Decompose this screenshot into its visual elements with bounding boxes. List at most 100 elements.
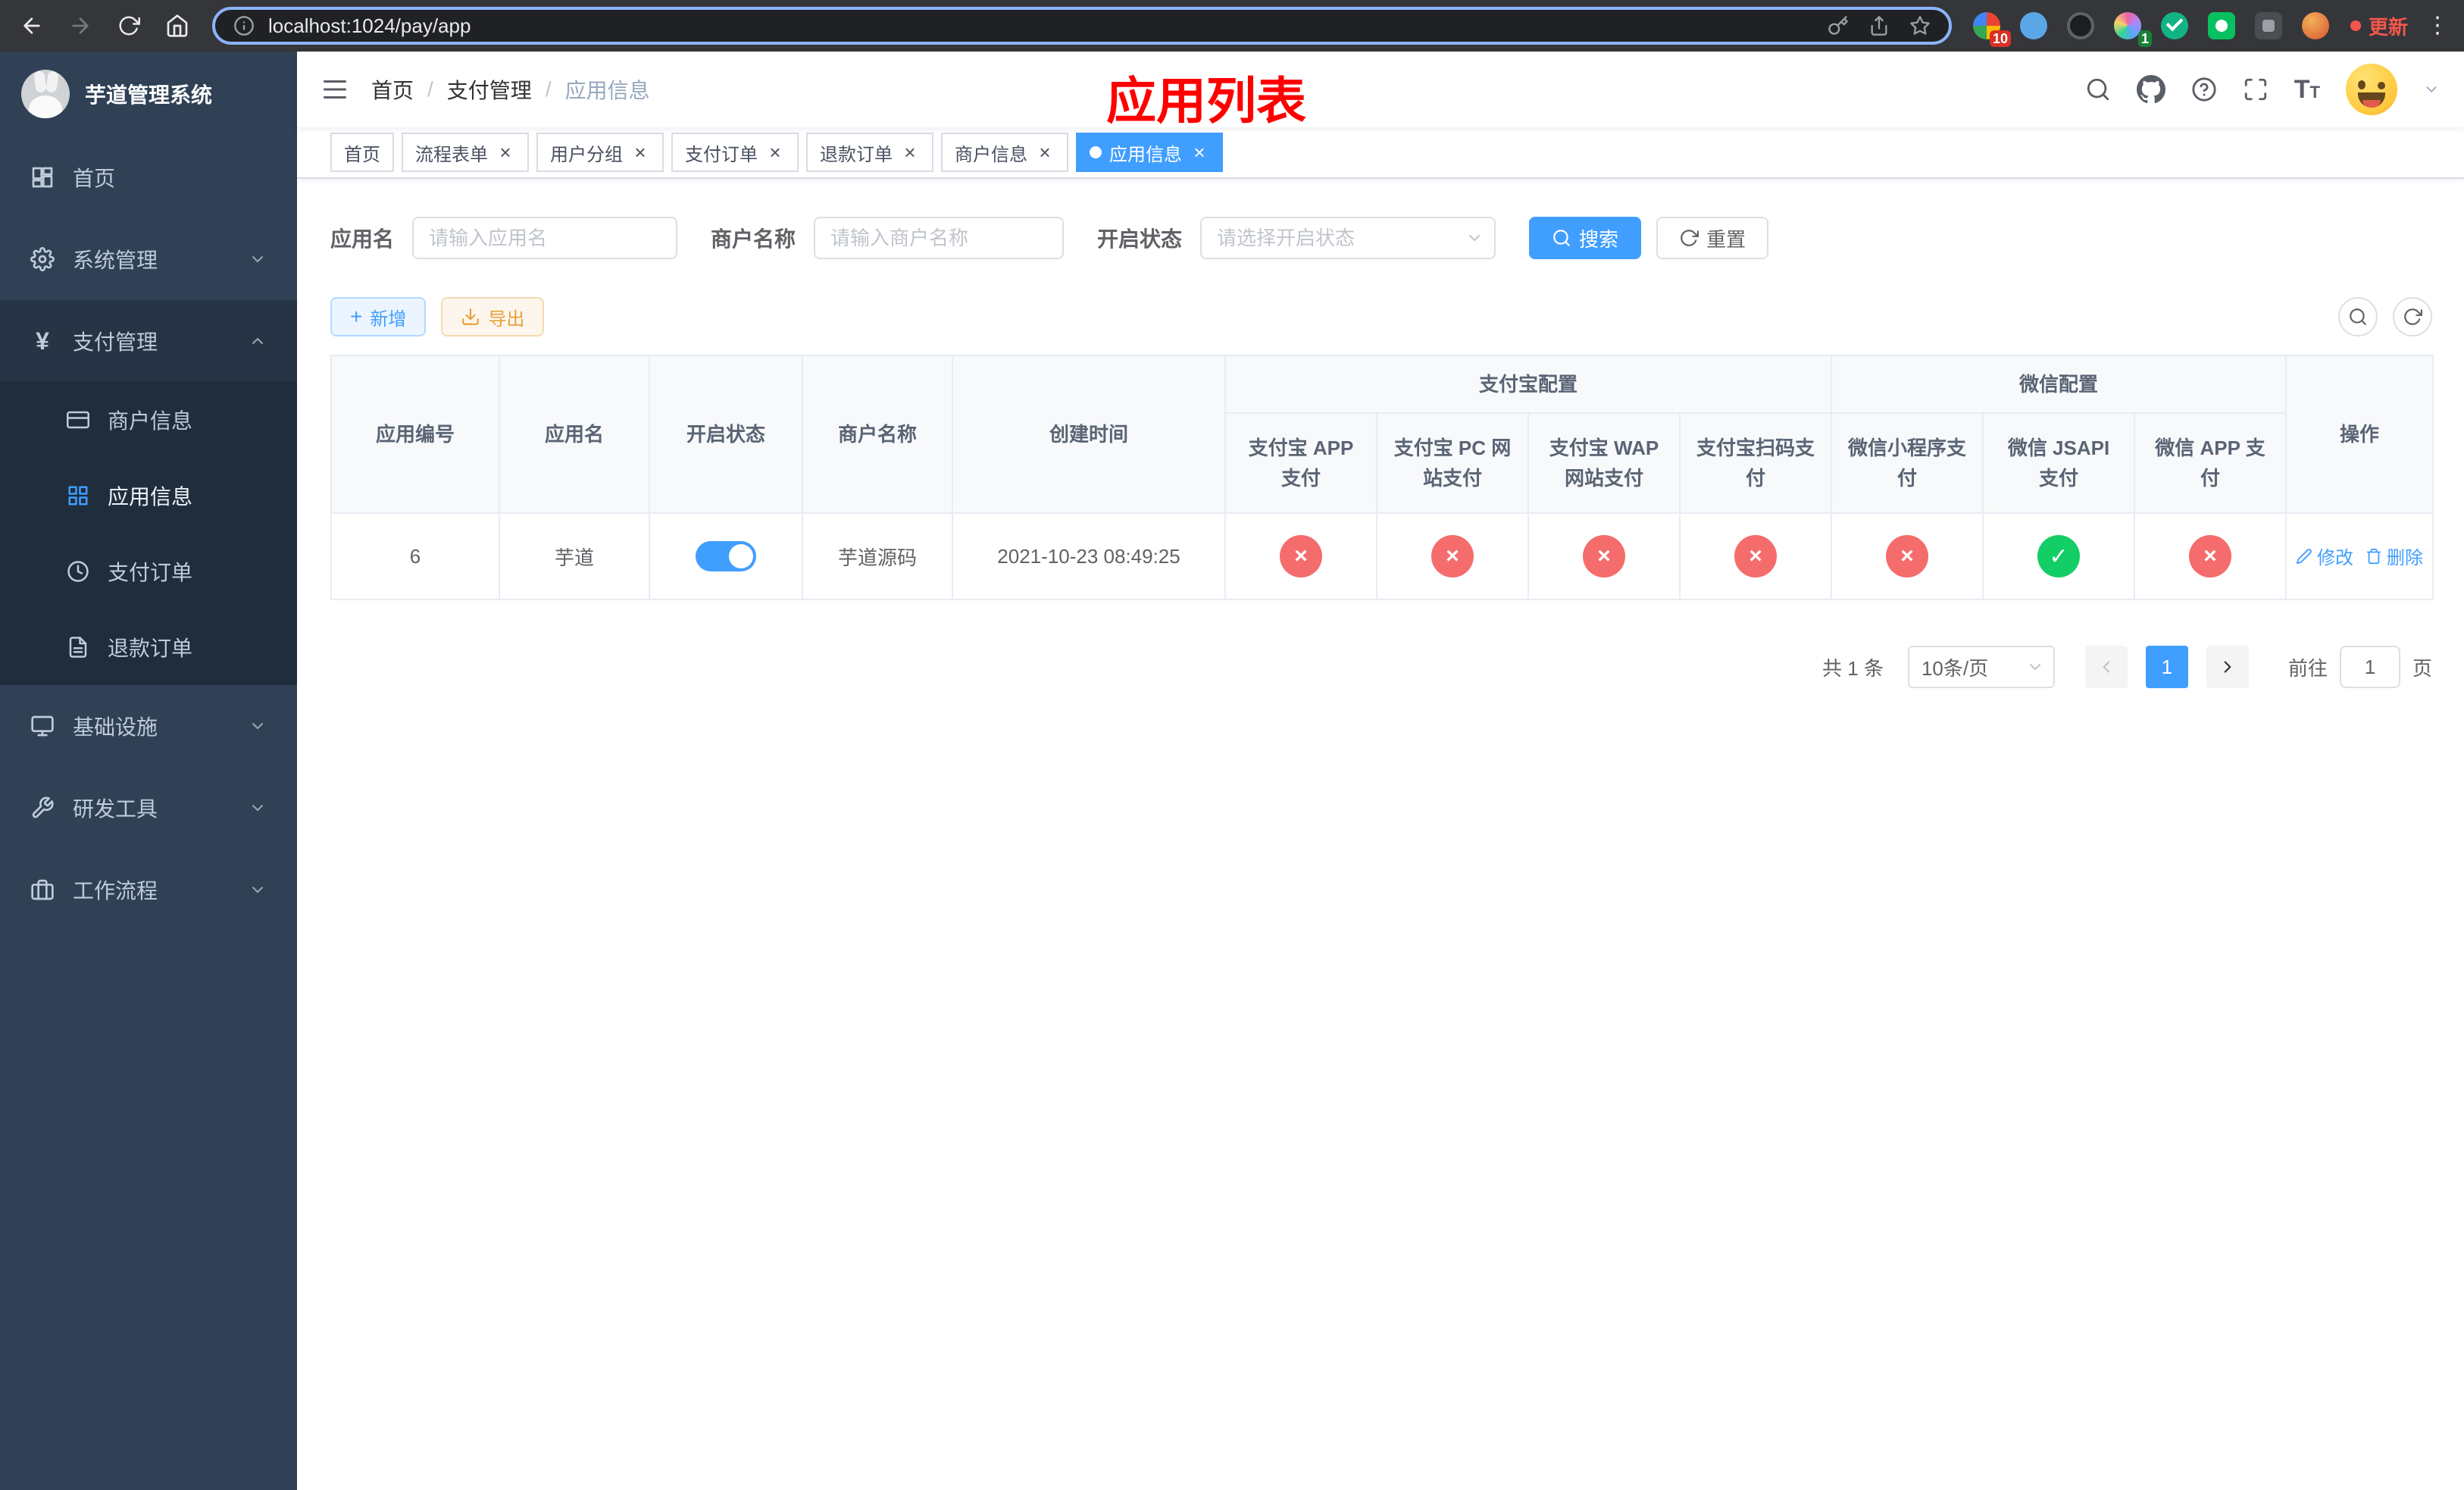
merchant-name-input[interactable] <box>814 217 1065 259</box>
close-icon[interactable]: × <box>1035 142 1055 162</box>
sidebar-item-app-info[interactable]: 应用信息 <box>0 458 297 534</box>
fullscreen-icon <box>2244 78 2266 101</box>
tabs-bar: 首页 流程表单 × 用户分组 × 支付订单 × 退款订单 × 商户信息 × 应用信息 × <box>297 127 2464 179</box>
current-page-button[interactable]: 1 <box>2145 646 2188 688</box>
profile-avatar-icon[interactable] <box>2301 12 2329 39</box>
page-size-select[interactable]: 10条/页 <box>1907 646 2055 688</box>
tab-merchant-info[interactable]: 商户信息 × <box>941 133 1068 172</box>
sidebar-item-home[interactable]: 首页 <box>0 136 297 218</box>
toggle-search-button[interactable] <box>2338 297 2378 337</box>
tab-home[interactable]: 首页 <box>330 133 394 172</box>
browser-back-button[interactable] <box>12 6 52 45</box>
top-navbar: 首页 / 支付管理 / 应用信息 应用列表 TT <box>297 52 2464 129</box>
chevron-up-icon <box>252 338 263 344</box>
font-size-icon: T <box>2294 75 2310 104</box>
app-name-input[interactable] <box>412 217 678 259</box>
browser-toolbar: localhost:1024/pay/app 10 1 更新 ⋮ <box>0 0 2464 52</box>
refresh-icon <box>2404 308 2422 325</box>
extension-icon[interactable] <box>2254 12 2282 39</box>
refresh-icon <box>1681 230 1699 246</box>
cell-alipay-pc: × <box>1376 512 1529 600</box>
user-avatar[interactable] <box>2346 64 2397 115</box>
column-header-wechat-jsapi: 微信 JSAPI 支付 <box>1982 412 2136 514</box>
sidebar-item-infrastructure[interactable]: 基础设施 <box>0 685 297 767</box>
export-button[interactable]: 导出 <box>441 297 545 337</box>
avatar-caret-icon[interactable] <box>2423 81 2440 98</box>
github-icon <box>2136 75 2165 104</box>
sidebar-item-system[interactable]: 系统管理 <box>0 218 297 300</box>
reset-button[interactable]: 重置 <box>1656 217 1769 259</box>
close-icon[interactable]: × <box>496 142 515 162</box>
search-button[interactable]: 搜索 <box>1529 217 1642 259</box>
table-row: 6 芋道 芋道源码 2021-10-23 08:49:25 × × × × × <box>330 512 2434 600</box>
active-dot <box>1090 146 1102 158</box>
sidebar-item-dev-tools[interactable]: 研发工具 <box>0 767 297 849</box>
menu-label: 研发工具 <box>73 797 158 821</box>
breadcrumb-pay-management[interactable]: 支付管理 <box>447 74 532 105</box>
url-text: localhost:1024/pay/app <box>268 14 471 37</box>
channel-status-icon: ✓ <box>2037 535 2081 578</box>
header-search-button[interactable] <box>2085 77 2111 102</box>
forward-arrow-icon <box>72 17 89 34</box>
app-logo[interactable]: 芋道管理系统 <box>0 52 297 136</box>
close-icon[interactable]: × <box>630 142 650 162</box>
extension-icon[interactable]: 10 <box>1972 12 2011 47</box>
refresh-table-button[interactable] <box>2393 297 2432 337</box>
chevron-down-icon <box>252 805 263 811</box>
close-icon[interactable]: × <box>1190 142 1209 162</box>
share-icon[interactable] <box>1868 15 1890 36</box>
sidebar-item-workflow[interactable]: 工作流程 <box>0 849 297 931</box>
help-button[interactable] <box>2191 77 2217 102</box>
breadcrumb-separator: / <box>545 77 552 101</box>
site-info-icon[interactable] <box>233 15 255 36</box>
sidebar-item-pay-order[interactable]: 支付订单 <box>0 534 297 609</box>
chrome-update-button[interactable]: 更新 <box>2350 12 2408 40</box>
fullscreen-button[interactable] <box>2243 77 2269 102</box>
add-button[interactable]: + 新增 <box>330 297 427 337</box>
sidebar-item-pay[interactable]: ¥ 支付管理 <box>0 300 297 382</box>
search-icon <box>2350 308 2366 325</box>
gear-icon <box>30 247 55 271</box>
column-header-alipay-qr: 支付宝扫码支付 <box>1678 412 1833 514</box>
github-link[interactable] <box>2136 75 2165 104</box>
extension-icon[interactable] <box>2019 12 2047 39</box>
sidebar-item-merchant-info[interactable]: 商户信息 <box>0 382 297 458</box>
address-bar[interactable]: localhost:1024/pay/app <box>212 7 1952 45</box>
tab-pay-order[interactable]: 支付订单 × <box>671 133 799 172</box>
tab-user-group[interactable]: 用户分组 × <box>536 133 664 172</box>
close-icon[interactable]: × <box>900 142 920 162</box>
browser-home-button[interactable] <box>158 6 197 45</box>
goto-page-input[interactable] <box>2339 646 2400 688</box>
group-header-wechat: 微信配置 <box>1831 355 2287 414</box>
chevron-down-icon <box>2029 664 2040 670</box>
prev-page-button[interactable] <box>2084 646 2128 688</box>
edit-link[interactable]: 修改 <box>2296 543 2353 569</box>
sidebar-item-refund-order[interactable]: 退款订单 <box>0 609 297 685</box>
extension-icon[interactable] <box>2207 12 2235 39</box>
cell-status <box>649 512 803 600</box>
breadcrumb-home[interactable]: 首页 <box>371 74 414 105</box>
chevron-left-icon <box>2103 661 2110 673</box>
goto-label: 前往 <box>2287 656 2328 680</box>
sidebar-collapse-button[interactable] <box>321 76 349 103</box>
browser-refresh-button[interactable] <box>109 6 149 45</box>
tab-refund-order[interactable]: 退款订单 × <box>806 133 933 172</box>
browser-forward-button[interactable] <box>61 6 100 45</box>
status-select[interactable] <box>1200 217 1496 259</box>
status-toggle[interactable] <box>696 541 756 571</box>
font-size-button[interactable]: TT <box>2294 77 2320 102</box>
chrome-menu-button[interactable]: ⋮ <box>2426 14 2449 37</box>
tab-process-form[interactable]: 流程表单 × <box>402 133 529 172</box>
close-icon[interactable]: × <box>765 142 785 162</box>
extension-icon[interactable] <box>2066 12 2094 39</box>
extension-icon[interactable]: 1 <box>2113 12 2152 47</box>
table-toolbar: + 新增 导出 <box>330 297 2432 337</box>
cell-wechat-app: × <box>2134 512 2287 600</box>
tab-app-info[interactable]: 应用信息 × <box>1076 133 1223 172</box>
next-page-button[interactable] <box>2206 646 2249 688</box>
delete-link[interactable]: 删除 <box>2366 543 2423 569</box>
extension-icon[interactable] <box>2160 12 2188 39</box>
password-key-icon[interactable] <box>1828 15 1849 36</box>
bookmark-star-icon[interactable] <box>1909 15 1931 36</box>
tab-label: 首页 <box>344 144 380 165</box>
